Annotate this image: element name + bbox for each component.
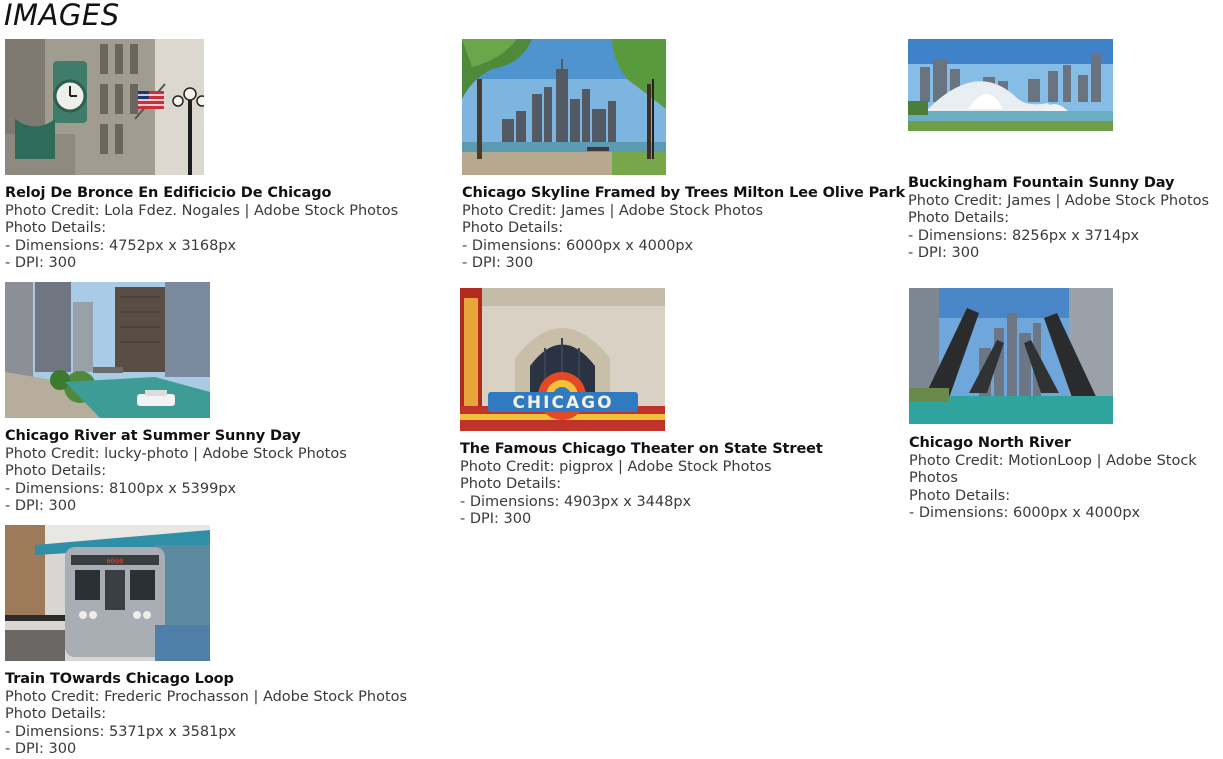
photo-details-label: Photo Details: (5, 706, 107, 723)
photo-details-label: Photo Details: (908, 210, 1010, 227)
photo-credit: Photo Credit: James | Adobe Stock Photos (908, 192, 1210, 209)
photo-credit: Photo Credit: Lola Fdez. Nogales | Adobe… (5, 202, 399, 219)
image-title: Train TOwards Chicago Loop (5, 671, 234, 687)
raised-bridges-photo[interactable] (909, 288, 1113, 424)
photo-dpi: - DPI: 300 (5, 498, 77, 515)
photo-details-label: Photo Details: (909, 487, 1011, 504)
photo-dimensions: - Dimensions: 6000px x 4000px (909, 505, 1141, 522)
bronze-clock-building-photo[interactable] (5, 39, 204, 175)
photo-dimensions: - Dimensions: 8100px x 5399px (5, 480, 237, 497)
image-card: Chicago Skyline Framed by Trees Milton L… (462, 39, 906, 273)
photo-credit: Photo Credit: lucky-photo | Adobe Stock … (5, 445, 347, 462)
photo-credit: Photo Credit: Frederic Prochasson | Adob… (5, 688, 408, 705)
photo-details-label: Photo Details: (5, 463, 107, 480)
image-card: Chicago North River Photo Credit: Motion… (909, 288, 1209, 523)
photo-dpi: - DPI: 300 (460, 511, 532, 528)
photo-dimensions: - Dimensions: 6000px x 4000px (462, 237, 694, 254)
svg-text:6000: 6000 (107, 558, 124, 566)
image-title: The Famous Chicago Theater on State Stre… (460, 441, 823, 457)
skyline-trees-photo[interactable] (462, 39, 666, 175)
chicago-theater-sign-photo[interactable]: CHICAGO (460, 288, 665, 431)
photo-dimensions: - Dimensions: 8256px x 3714px (908, 227, 1140, 244)
photo-credit: Photo Credit: pigprox | Adobe Stock Phot… (460, 458, 772, 475)
page-title: IMAGES (4, 0, 120, 32)
photo-details-label: Photo Details: (5, 220, 107, 237)
fountain-photo[interactable] (908, 39, 1113, 131)
image-card: Chicago River at Summer Sunny Day Photo … (5, 282, 425, 516)
image-card: Buckingham Fountain Sunny Day Photo Cred… (908, 39, 1220, 263)
image-title: Chicago River at Summer Sunny Day (5, 428, 301, 444)
photo-credit: Photo Credit: MotionLoop | Adobe Stock P… (909, 452, 1197, 487)
svg-text:CHICAGO: CHICAGO (512, 393, 613, 413)
l-train-photo[interactable]: 6000 (5, 525, 210, 661)
photo-details-label: Photo Details: (460, 476, 562, 493)
photo-dimensions: - Dimensions: 5371px x 3581px (5, 723, 237, 740)
river-boat-photo[interactable] (5, 282, 210, 418)
photo-credit: Photo Credit: James | Adobe Stock Photos (462, 202, 764, 219)
image-card: CHICAGO The Famous Chicago Theater on St… (460, 288, 880, 529)
photo-dpi: - DPI: 300 (908, 245, 980, 262)
image-card: Reloj De Bronce En Edificicio De Chicago… (5, 39, 425, 273)
image-card: 6000 Train TOwards Chicago Loop Photo Cr… (5, 525, 435, 759)
photo-dpi: - DPI: 300 (462, 255, 534, 272)
image-title: Reloj De Bronce En Edificicio De Chicago (5, 185, 332, 201)
photo-dpi: - DPI: 300 (5, 741, 77, 758)
photo-details-label: Photo Details: (462, 220, 564, 237)
image-title: Buckingham Fountain Sunny Day (908, 175, 1175, 191)
photo-dpi: - DPI: 300 (5, 255, 77, 272)
image-title: Chicago Skyline Framed by Trees Milton L… (462, 185, 906, 201)
photo-dimensions: - Dimensions: 4752px x 3168px (5, 237, 237, 254)
photo-dimensions: - Dimensions: 4903px x 3448px (460, 493, 692, 510)
image-title: Chicago North River (909, 435, 1071, 451)
